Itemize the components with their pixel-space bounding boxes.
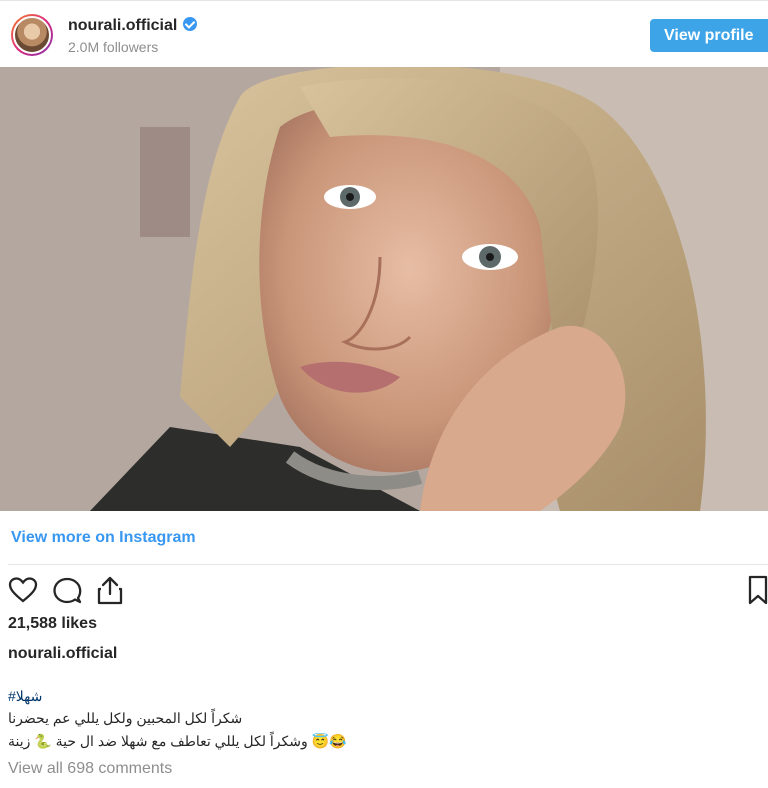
- username-text[interactable]: nourali.official: [68, 17, 177, 34]
- heart-icon[interactable]: [8, 576, 38, 604]
- likes-count[interactable]: 21,588 likes: [8, 615, 97, 633]
- verified-badge-icon: [183, 17, 198, 31]
- view-more-link[interactable]: View more on Instagram: [11, 529, 196, 547]
- followers-count: 2.0M followers: [68, 39, 159, 55]
- avatar-image: [13, 16, 51, 54]
- bookmark-icon[interactable]: [748, 575, 768, 605]
- divider: [8, 564, 768, 565]
- comment-icon[interactable]: [52, 576, 82, 606]
- profile-username[interactable]: nourali.official: [68, 17, 198, 35]
- share-icon[interactable]: [96, 575, 124, 605]
- caption-username[interactable]: nourali.official: [8, 645, 117, 663]
- hashtag-link[interactable]: #شهلا: [8, 688, 42, 705]
- post-header: nourali.official 2.0M followers View pro…: [0, 0, 768, 67]
- post-image[interactable]: [0, 67, 768, 511]
- caption-line-2: 😂😇 وشكراً لكل يللي تعاطف مع شهلا ضد ال ح…: [8, 733, 347, 749]
- portrait-illustration: [0, 67, 768, 511]
- view-all-comments-link[interactable]: View all 698 comments: [8, 760, 172, 778]
- caption-line-1: شكراً لكل المحبين ولكل يللي عم يحضرنا: [8, 710, 243, 726]
- avatar[interactable]: [11, 14, 53, 56]
- view-profile-button[interactable]: View profile: [650, 19, 768, 52]
